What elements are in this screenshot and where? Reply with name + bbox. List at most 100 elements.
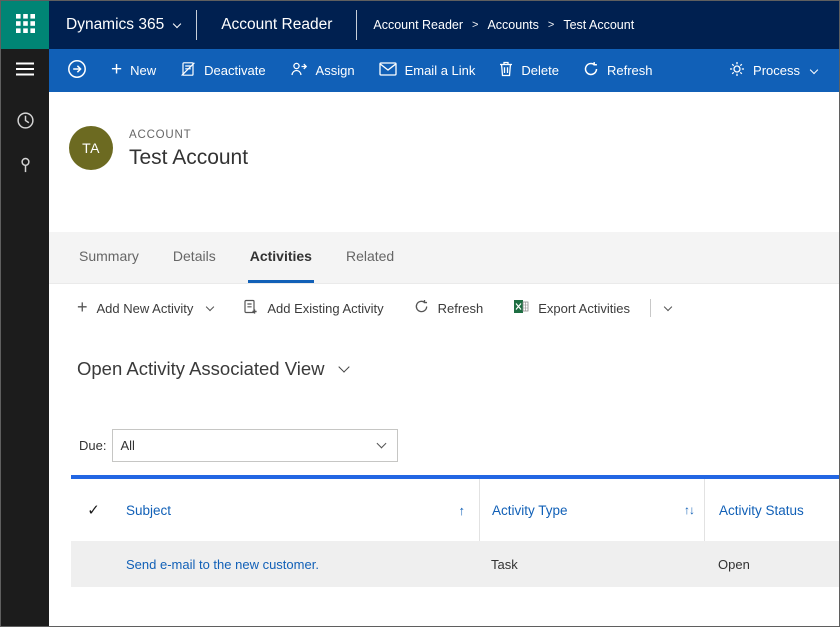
- process-button[interactable]: Process: [717, 49, 829, 92]
- tab-summary-label: Summary: [79, 248, 139, 264]
- record-set-navigator-button[interactable]: [55, 49, 99, 92]
- deactivate-button[interactable]: Deactivate: [168, 49, 277, 92]
- avatar-initials: TA: [82, 140, 100, 156]
- hamburger-icon: [15, 61, 35, 80]
- excel-export-icon: [513, 299, 529, 317]
- app-launcher-button[interactable]: [1, 1, 49, 49]
- grid-header: ✓ Subject ↑ Activity Type ↑↓ Activity St…: [71, 479, 839, 541]
- tab-related[interactable]: Related: [344, 232, 396, 283]
- toolbar-divider: [650, 299, 651, 317]
- brand-label: Dynamics 365: [66, 16, 164, 34]
- record-header: TA ACCOUNT Test Account: [49, 92, 839, 232]
- page-title: Test Account: [129, 146, 248, 170]
- tab-activities-label: Activities: [250, 248, 312, 264]
- menu-button[interactable]: [1, 49, 49, 92]
- table-row[interactable]: Send e-mail to the new customer. Task Op…: [71, 541, 839, 587]
- assign-button[interactable]: Assign: [278, 49, 367, 92]
- sort-both-icon: ↑↓: [684, 503, 694, 517]
- add-new-activity-label: Add New Activity: [97, 301, 194, 316]
- top-nav-bar: Dynamics 365 Account Reader Account Read…: [1, 1, 839, 49]
- export-activities-label: Export Activities: [538, 301, 630, 316]
- cell-activity-status: Open: [704, 557, 839, 572]
- breadcrumb-separator: >: [548, 19, 554, 31]
- view-selector[interactable]: Open Activity Associated View: [77, 358, 839, 380]
- command-bar: + New Deactivate Assign: [49, 49, 839, 92]
- view-selector-label: Open Activity Associated View: [77, 358, 324, 380]
- column-header-activity-status[interactable]: Activity Status: [704, 479, 839, 541]
- deactivate-icon: [180, 61, 196, 80]
- chevron-down-icon: [339, 361, 350, 372]
- avatar: TA: [69, 126, 113, 170]
- app-name: Account Reader: [221, 16, 332, 34]
- select-all-column-header[interactable]: ✓: [71, 479, 116, 541]
- refresh-icon: [414, 299, 429, 317]
- tab-summary[interactable]: Summary: [77, 232, 141, 283]
- column-label-activity-status: Activity Status: [719, 503, 804, 518]
- subject-link[interactable]: Send e-mail to the new customer.: [126, 557, 319, 572]
- entity-type-label: ACCOUNT: [129, 129, 248, 141]
- refresh-button[interactable]: Refresh: [571, 49, 665, 92]
- due-filter-value: All: [120, 438, 134, 453]
- refresh-activities-button[interactable]: Refresh: [414, 299, 484, 317]
- tab-details-label: Details: [173, 248, 216, 264]
- trash-icon: [499, 61, 513, 80]
- activities-grid: ✓ Subject ↑ Activity Type ↑↓ Activity St…: [71, 475, 839, 626]
- sort-ascending-icon: ↑: [459, 503, 466, 518]
- export-activities-button[interactable]: Export Activities: [513, 299, 630, 317]
- column-header-subject[interactable]: Subject ↑: [116, 479, 479, 541]
- new-button-label: New: [130, 63, 156, 78]
- checkmark-icon: ✓: [87, 501, 100, 519]
- refresh-button-label: Refresh: [607, 63, 653, 78]
- breadcrumb-item-current: Test Account: [563, 18, 634, 32]
- grid-empty-area: [71, 587, 839, 626]
- chevron-down-icon: [377, 439, 387, 449]
- plus-icon: +: [111, 60, 122, 79]
- main-content: TA ACCOUNT Test Account Summary Details …: [49, 92, 839, 626]
- nav-divider: [356, 10, 357, 40]
- due-filter-label: Due:: [79, 438, 106, 453]
- cell-activity-type: Task: [479, 557, 704, 572]
- clock-icon: [16, 111, 35, 133]
- sort-descending-icon: ↓: [689, 503, 694, 517]
- breadcrumb-item-app[interactable]: Account Reader: [373, 18, 463, 32]
- recent-items-button[interactable]: [1, 100, 49, 144]
- column-header-activity-type[interactable]: Activity Type ↑↓: [479, 479, 704, 541]
- dynamics365-window: Dynamics 365 Account Reader Account Read…: [0, 0, 840, 627]
- refresh-icon: [583, 61, 599, 80]
- circle-arrow-icon: [67, 59, 87, 82]
- chevron-down-icon: [664, 303, 672, 311]
- breadcrumb: Account Reader > Accounts > Test Account: [373, 18, 634, 32]
- add-document-icon: [243, 299, 258, 318]
- tab-strip: Summary Details Activities Related: [49, 232, 839, 284]
- breadcrumb-separator: >: [472, 19, 478, 31]
- chevron-down-icon: [173, 19, 181, 27]
- dynamics365-home-menu[interactable]: Dynamics 365: [66, 16, 180, 34]
- process-button-label: Process: [753, 63, 800, 78]
- chevron-down-icon: [206, 303, 214, 311]
- process-icon: [729, 61, 745, 80]
- add-existing-activity-button[interactable]: Add Existing Activity: [243, 299, 383, 318]
- chevron-down-icon: [810, 65, 818, 73]
- assign-button-label: Assign: [316, 63, 355, 78]
- cell-subject: Send e-mail to the new customer.: [116, 557, 479, 572]
- due-filter: Due: All: [79, 428, 398, 462]
- delete-button[interactable]: Delete: [487, 49, 571, 92]
- add-existing-activity-label: Add Existing Activity: [267, 301, 383, 316]
- new-button[interactable]: + New: [99, 49, 168, 92]
- deactivate-button-label: Deactivate: [204, 63, 265, 78]
- email-icon: [379, 62, 397, 79]
- pin-icon: [17, 156, 34, 177]
- tab-activities[interactable]: Activities: [248, 232, 314, 283]
- nav-divider: [196, 10, 197, 40]
- email-a-link-button-label: Email a Link: [405, 63, 476, 78]
- plus-icon: +: [77, 298, 88, 316]
- email-a-link-button[interactable]: Email a Link: [367, 49, 488, 92]
- refresh-activities-label: Refresh: [438, 301, 484, 316]
- tab-details[interactable]: Details: [171, 232, 218, 283]
- add-new-activity-button[interactable]: + Add New Activity: [77, 300, 213, 316]
- due-filter-select[interactable]: All: [112, 429, 398, 462]
- breadcrumb-item-accounts[interactable]: Accounts: [487, 18, 538, 32]
- more-commands-button[interactable]: [665, 306, 671, 310]
- waffle-icon: [16, 14, 35, 36]
- pinned-items-button[interactable]: [1, 144, 49, 188]
